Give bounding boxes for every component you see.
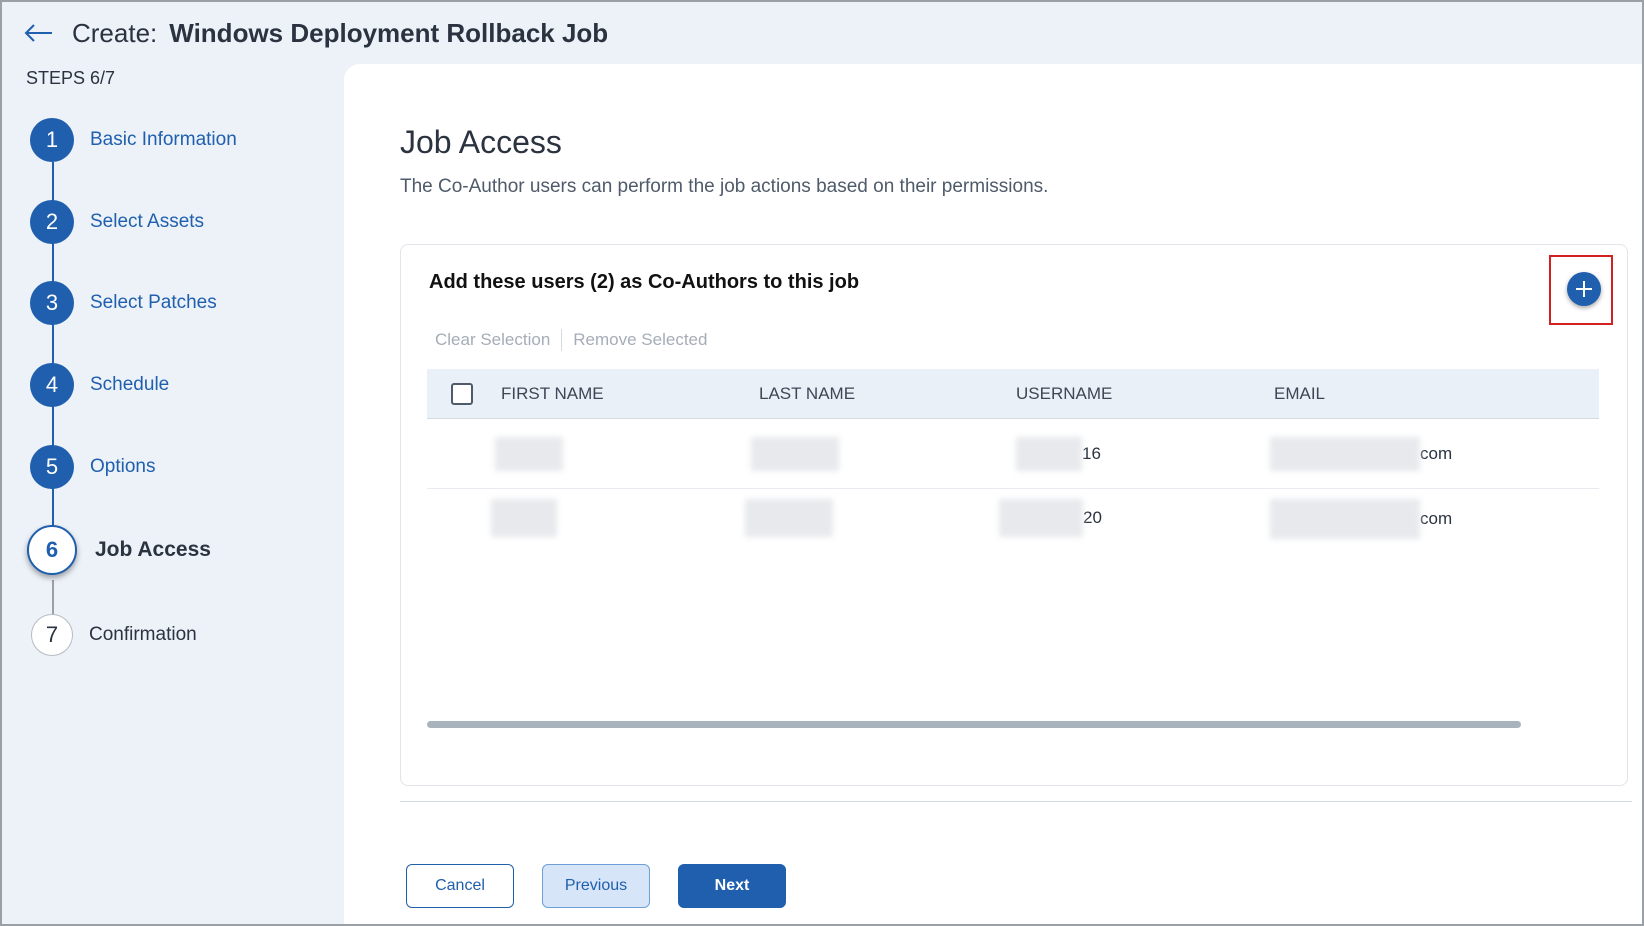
step-number: 6	[27, 525, 77, 575]
step-number: 5	[30, 445, 74, 489]
step-job-access[interactable]: 6 Job Access	[27, 525, 211, 575]
first-name-cell	[495, 437, 563, 471]
plus-icon	[1576, 281, 1592, 297]
co-authors-card: Add these users (2) as Co-Authors to thi…	[400, 244, 1628, 786]
step-select-patches[interactable]: 3 Select Patches	[30, 281, 217, 325]
email-suffix: com	[1420, 444, 1453, 463]
username-cell: 20	[999, 499, 1102, 537]
horizontal-scrollbar[interactable]	[427, 721, 1521, 728]
step-label: Confirmation	[89, 624, 197, 645]
email-cell: com	[1270, 437, 1452, 471]
action-divider	[561, 329, 563, 351]
column-header-email[interactable]: EMAIL	[1274, 384, 1325, 404]
card-title: Add these users (2) as Co-Authors to thi…	[429, 271, 860, 293]
clear-selection-link[interactable]: Clear Selection	[435, 330, 550, 350]
co-authors-table: FIRST NAME LAST NAME USERNAME EMAIL 16 c…	[427, 369, 1599, 563]
step-label: Job Access	[95, 538, 211, 561]
step-label: Schedule	[90, 374, 170, 395]
column-header-last-name[interactable]: LAST NAME	[759, 384, 855, 404]
last-name-cell	[745, 499, 833, 537]
email-suffix: com	[1420, 509, 1453, 528]
step-label: Basic Information	[90, 129, 237, 150]
page-header: Create: Windows Deployment Rollback Job	[2, 2, 1642, 64]
page-title: Windows Deployment Rollback Job	[169, 17, 609, 48]
header-prefix: Create:	[72, 17, 158, 48]
back-arrow-icon[interactable]	[22, 21, 54, 45]
last-name-cell	[751, 437, 839, 471]
step-label: Select Assets	[90, 211, 205, 232]
step-select-assets[interactable]: 2 Select Assets	[30, 200, 204, 244]
step-schedule[interactable]: 4 Schedule	[30, 363, 169, 407]
step-label: Options	[90, 456, 156, 477]
main-panel: Job Access The Co-Author users can perfo…	[344, 64, 1642, 924]
table-actions: Clear Selection Remove Selected	[435, 329, 707, 351]
table-header: FIRST NAME LAST NAME USERNAME EMAIL	[427, 369, 1599, 419]
previous-button[interactable]: Previous	[542, 864, 650, 908]
footer-divider	[400, 801, 1632, 802]
steps-counter: STEPS 6/7	[26, 68, 116, 88]
step-number: 2	[30, 200, 74, 244]
step-number: 4	[30, 363, 74, 407]
app-window: Create: Windows Deployment Rollback Job …	[0, 0, 1644, 926]
cancel-button[interactable]: Cancel	[406, 864, 514, 908]
select-all-checkbox[interactable]	[451, 382, 473, 405]
username-cell: 16	[1016, 437, 1101, 471]
step-basic-information[interactable]: 1 Basic Information	[30, 118, 237, 162]
username-suffix: 20	[1083, 508, 1102, 527]
step-number: 7	[31, 614, 73, 656]
username-suffix: 16	[1082, 444, 1101, 463]
step-number: 3	[30, 281, 74, 325]
steps-sidebar: STEPS 6/7 1 Basic Information 2 Select A…	[2, 64, 344, 924]
email-cell: com	[1270, 499, 1452, 539]
add-co-author-button[interactable]	[1567, 272, 1601, 306]
step-options[interactable]: 5 Options	[30, 445, 155, 489]
next-button[interactable]: Next	[678, 864, 786, 908]
column-header-first-name[interactable]: FIRST NAME	[501, 384, 604, 404]
table-row[interactable]: 16 com	[427, 419, 1599, 489]
section-title: Job Access	[400, 124, 562, 160]
step-confirmation[interactable]: 7 Confirmation	[31, 614, 197, 656]
step-label: Select Patches	[90, 292, 217, 313]
remove-selected-link[interactable]: Remove Selected	[573, 330, 707, 350]
step-number: 1	[30, 118, 74, 162]
table-row[interactable]: 20 com	[427, 489, 1599, 563]
column-header-username[interactable]: USERNAME	[1016, 384, 1112, 404]
first-name-cell	[491, 499, 557, 537]
section-description: The Co-Author users can perform the job …	[400, 176, 1049, 197]
